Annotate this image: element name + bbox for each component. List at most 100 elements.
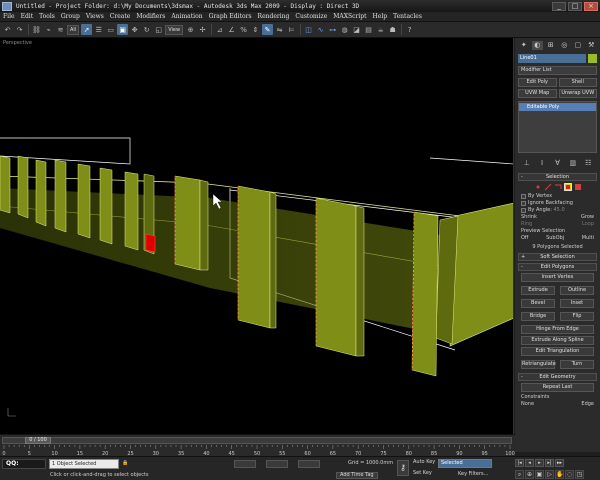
utilities-tab-icon[interactable]: ⚒: [586, 41, 597, 50]
zoom-all-icon[interactable]: ⊕: [525, 470, 534, 479]
zoom-icon[interactable]: ⌕: [515, 470, 524, 479]
scale-icon[interactable]: ◱: [153, 24, 164, 35]
help-icon[interactable]: ?: [404, 24, 415, 35]
turn-button[interactable]: Turn: [560, 360, 594, 369]
insert-vertex-button[interactable]: Insert Vertex: [521, 273, 594, 282]
selection-rollout-header[interactable]: - Selection: [518, 173, 597, 181]
rendered-frame-icon[interactable]: ▤: [363, 24, 374, 35]
unlink-icon[interactable]: ⌁: [43, 24, 54, 35]
x-coordinate-field[interactable]: [234, 460, 256, 468]
time-slider-thumb[interactable]: 0 / 100: [25, 437, 51, 444]
select-by-name-icon[interactable]: ☰: [93, 24, 104, 35]
object-color-swatch[interactable]: [588, 54, 597, 63]
go-to-start-icon[interactable]: |◂: [515, 459, 524, 467]
configure-sets-icon[interactable]: ☷: [584, 159, 593, 168]
undo-icon[interactable]: ↶: [2, 24, 13, 35]
display-tab-icon[interactable]: ▢: [572, 41, 583, 50]
motion-tab-icon[interactable]: ◎: [559, 41, 570, 50]
percent-snap-icon[interactable]: %: [238, 24, 249, 35]
menu-customize[interactable]: Customize: [292, 13, 330, 20]
rectangular-selection-icon[interactable]: ▭: [105, 24, 116, 35]
constraint-none-radio[interactable]: None: [521, 401, 534, 407]
menu-graph-editors[interactable]: Graph Editors: [206, 13, 255, 20]
pivot-center-icon[interactable]: ⊕: [185, 24, 196, 35]
angle-snap-icon[interactable]: ∠: [226, 24, 237, 35]
move-icon[interactable]: ✥: [129, 24, 140, 35]
field-of-view-icon[interactable]: ▷: [545, 470, 554, 479]
ignore-backfacing-checkbox[interactable]: Ignore Backfacing: [521, 200, 594, 206]
menu-edit[interactable]: Edit: [18, 13, 37, 20]
material-editor-icon[interactable]: ◍: [339, 24, 350, 35]
lock-selection-icon[interactable]: 🔒: [122, 460, 128, 466]
maximize-button[interactable]: □: [568, 1, 582, 11]
inset-button[interactable]: Inset: [560, 299, 594, 308]
menu-rendering[interactable]: Rendering: [255, 13, 293, 20]
loop-button[interactable]: Loop: [582, 221, 594, 227]
menu-create[interactable]: Create: [107, 13, 134, 20]
named-selection-icon[interactable]: ✎: [262, 24, 274, 35]
select-object-icon[interactable]: ➚: [81, 24, 93, 35]
spinner-snap-icon[interactable]: ⇕: [250, 24, 261, 35]
modify-tab-icon[interactable]: ◐: [531, 41, 543, 50]
element-mode-icon[interactable]: [574, 183, 582, 191]
schematic-view-icon[interactable]: ⊶: [327, 24, 338, 35]
next-frame-icon[interactable]: ▸|: [545, 459, 554, 467]
make-unique-icon[interactable]: ∀: [553, 159, 562, 168]
key-filters-button[interactable]: Key Filters...: [458, 471, 488, 477]
ring-button[interactable]: Ring: [521, 221, 532, 227]
modifier-list-dropdown[interactable]: Modifier List: [518, 66, 597, 75]
by-vertex-checkbox[interactable]: By Vertex: [521, 193, 594, 199]
layer-manager-icon[interactable]: ◫: [303, 24, 314, 35]
by-angle-checkbox[interactable]: By Angle: 45.0: [521, 207, 594, 213]
rotate-icon[interactable]: ↻: [141, 24, 152, 35]
soft-selection-rollout-header[interactable]: + Soft Selection: [518, 253, 597, 261]
retriangulate-button[interactable]: Retriangulate: [521, 360, 556, 369]
outline-button[interactable]: Outline: [560, 286, 594, 295]
edge-mode-icon[interactable]: [544, 183, 552, 191]
zoom-extents-icon[interactable]: ▣: [535, 470, 544, 479]
menu-tools[interactable]: Tools: [36, 13, 58, 20]
flip-button[interactable]: Flip: [560, 312, 594, 321]
window-crossing-icon[interactable]: ▣: [117, 24, 129, 35]
shell-button[interactable]: Shell: [558, 78, 597, 87]
curve-editor-icon[interactable]: ∿: [315, 24, 326, 35]
repeat-last-button[interactable]: Repeat Last: [521, 383, 594, 392]
bind-space-warp-icon[interactable]: ≋: [55, 24, 66, 35]
menu-animation[interactable]: Animation: [168, 13, 205, 20]
mirror-icon[interactable]: ⇋: [274, 24, 285, 35]
by-angle-value[interactable]: 45.0: [554, 207, 565, 213]
object-name-field[interactable]: Line01: [518, 54, 586, 63]
minimize-button[interactable]: _: [552, 1, 566, 11]
menu-file[interactable]: File: [0, 13, 18, 20]
align-icon[interactable]: ⊨: [286, 24, 297, 35]
perspective-viewport[interactable]: Perspective: [0, 38, 514, 434]
menu-maxscript[interactable]: MAXScript: [330, 13, 369, 20]
edit-geometry-rollout-header[interactable]: - Edit Geometry: [518, 373, 597, 381]
extrude-button[interactable]: Extrude: [521, 286, 555, 295]
edit-polygons-rollout-header[interactable]: - Edit Polygons: [518, 263, 597, 271]
remove-modifier-icon[interactable]: ▥: [568, 159, 577, 168]
hinge-from-edge-button[interactable]: Hinge From Edge: [521, 325, 594, 334]
add-time-tag-button[interactable]: Add Time Tag: [336, 472, 378, 479]
render-setup-icon[interactable]: ◪: [351, 24, 362, 35]
time-slider[interactable]: 0 / 100: [2, 437, 512, 444]
preview-subobj-radio[interactable]: SubObj: [546, 235, 564, 241]
key-icon[interactable]: ⚷: [397, 460, 409, 476]
selection-filter-dropdown[interactable]: All: [67, 24, 80, 35]
edit-triangulation-button[interactable]: Edit Triangulation: [521, 347, 594, 356]
selected-polygon[interactable]: [145, 233, 156, 253]
edit-poly-button[interactable]: Edit Poly: [518, 78, 557, 87]
manipulate-icon[interactable]: ✢: [197, 24, 208, 35]
z-coordinate-field[interactable]: [298, 460, 320, 468]
menu-tentacles[interactable]: Tentacles: [390, 13, 425, 20]
maxscript-listener[interactable]: 1 Object Selected: [49, 459, 119, 469]
menu-group[interactable]: Group: [58, 13, 83, 20]
app-icon[interactable]: [2, 1, 12, 11]
pan-icon[interactable]: ✋: [555, 470, 564, 479]
reference-coordinate-dropdown[interactable]: View: [165, 24, 184, 35]
y-coordinate-field[interactable]: [266, 460, 288, 468]
bridge-button[interactable]: Bridge: [521, 312, 555, 321]
menu-help[interactable]: Help: [370, 13, 391, 20]
key-selected-dropdown[interactable]: Selected: [438, 459, 492, 468]
snap-toggle-icon[interactable]: ⊿: [214, 24, 225, 35]
